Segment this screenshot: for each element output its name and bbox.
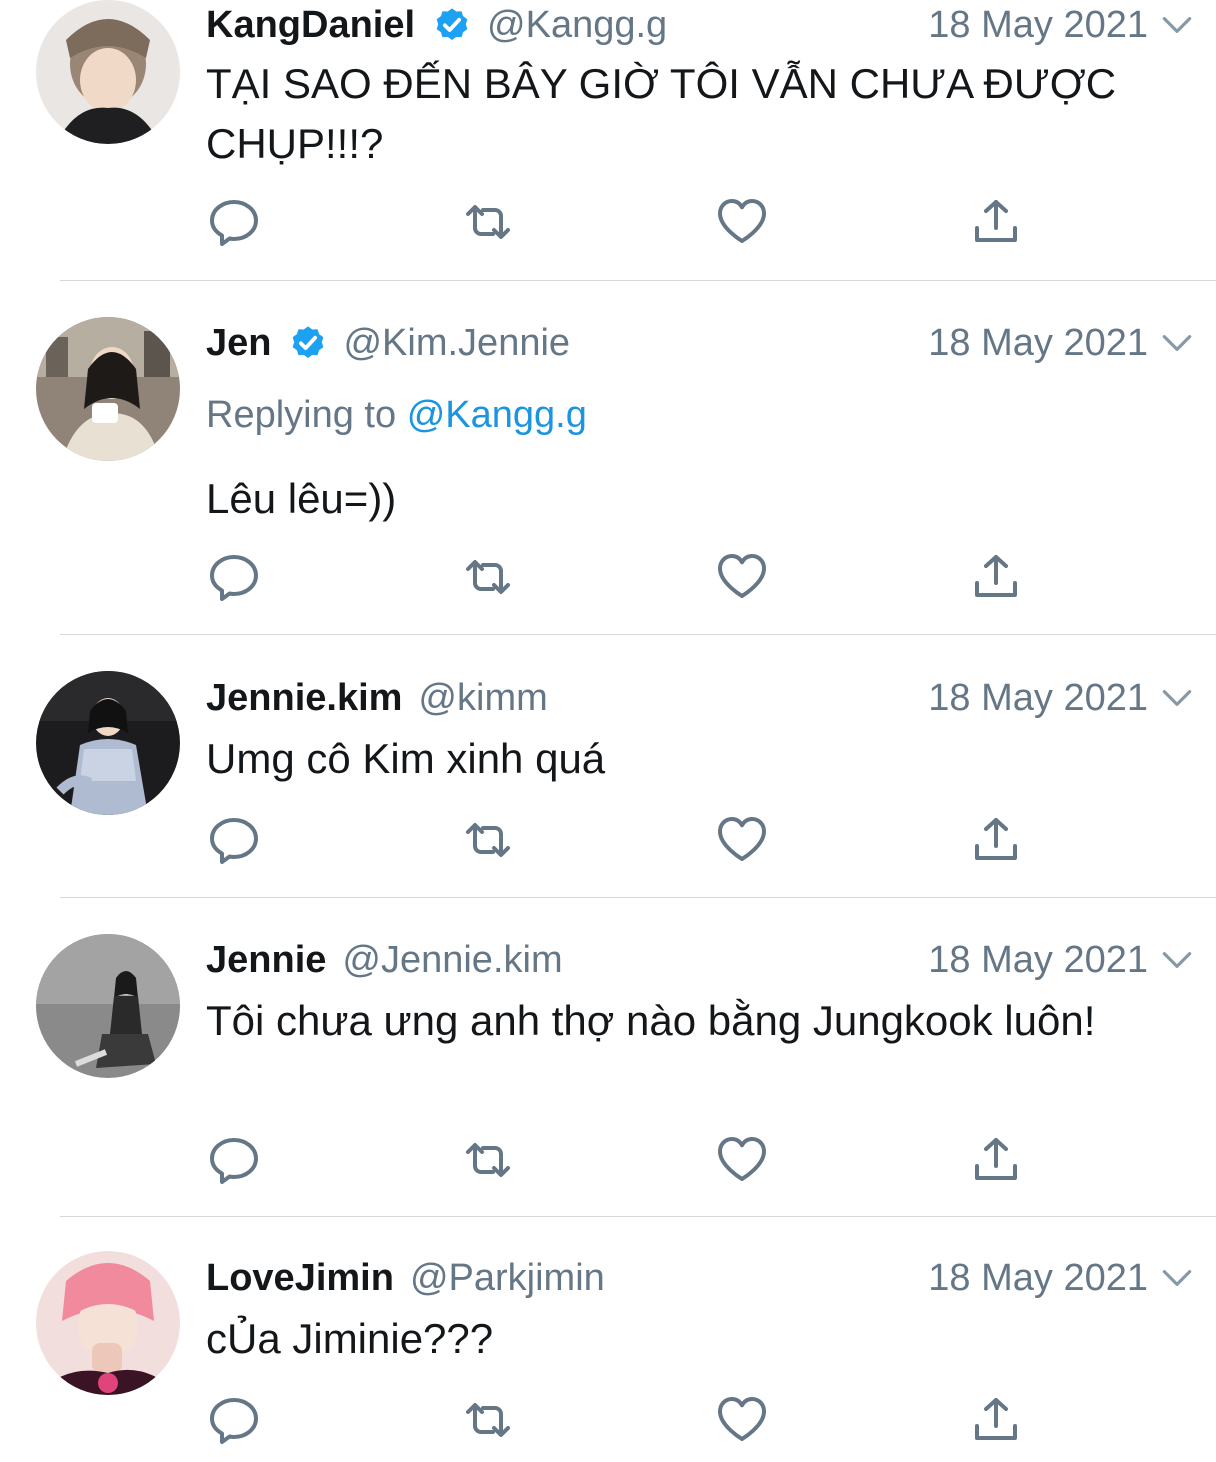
share-button[interactable] xyxy=(968,812,1024,868)
tweet-actions xyxy=(206,1392,1026,1448)
avatar[interactable] xyxy=(36,671,180,815)
user-handle[interactable]: @kimm xyxy=(418,677,547,720)
retweet-button[interactable] xyxy=(460,194,516,250)
tweet-text: Lêu lêu=)) xyxy=(206,475,397,522)
avatar[interactable] xyxy=(36,1251,180,1395)
replying-to-mention[interactable]: @Kangg.g xyxy=(407,394,587,436)
tweet-actions xyxy=(206,549,1026,605)
share-button[interactable] xyxy=(968,1392,1024,1448)
tweet-date[interactable]: 18 May 2021 xyxy=(928,4,1148,47)
tweet-date[interactable]: 18 May 2021 xyxy=(928,939,1148,982)
chevron-down-icon[interactable] xyxy=(1158,324,1196,362)
chevron-down-icon[interactable] xyxy=(1158,6,1196,44)
share-button[interactable] xyxy=(968,549,1024,605)
replying-to-label: Replying to xyxy=(206,394,397,436)
user-handle[interactable]: @Parkjimin xyxy=(410,1257,605,1300)
retweet-icon xyxy=(466,1143,510,1177)
tweet-actions xyxy=(206,194,1026,250)
like-icon xyxy=(718,554,766,598)
retweet-icon xyxy=(466,560,510,594)
share-button[interactable] xyxy=(968,1132,1024,1188)
tweet-text: Umg cô Kim xinh quá xyxy=(206,735,606,782)
tweet-text: Tôi chưa ưng anh thợ nào bằng Jungkook l… xyxy=(206,997,1096,1044)
tweet[interactable]: KangDaniel @Kangg.g 18 May 2021 TẠI SAO … xyxy=(0,0,1216,281)
like-button[interactable] xyxy=(714,194,770,250)
like-icon xyxy=(718,199,766,243)
reply-icon xyxy=(210,555,258,601)
share-icon xyxy=(975,1138,1017,1180)
share-icon xyxy=(975,200,1017,242)
tweet-date[interactable]: 18 May 2021 xyxy=(928,677,1148,720)
tweet-date[interactable]: 18 May 2021 xyxy=(928,1257,1148,1300)
like-button[interactable] xyxy=(714,1132,770,1188)
tweet-actions xyxy=(206,812,1026,868)
reply-icon xyxy=(210,1398,258,1444)
tweet[interactable]: LoveJimin @Parkjimin 18 May 2021 cỦa Jim… xyxy=(0,1217,1216,1462)
reply-icon xyxy=(210,1138,258,1184)
avatar[interactable] xyxy=(36,317,180,461)
share-button[interactable] xyxy=(968,194,1024,250)
user-handle[interactable]: @Kangg.g xyxy=(487,4,667,47)
reply-icon xyxy=(210,200,258,246)
like-button[interactable] xyxy=(714,812,770,868)
tweet-text: cỦa Jiminie??? xyxy=(206,1315,494,1362)
display-name[interactable]: KangDaniel xyxy=(206,4,415,47)
tweet[interactable]: Jennie.kim @kimm 18 May 2021 Umg cô Kim … xyxy=(0,635,1216,898)
display-name[interactable]: Jen xyxy=(206,322,271,365)
avatar[interactable] xyxy=(36,934,180,1078)
share-icon xyxy=(975,1398,1017,1440)
display-name[interactable]: Jennie.kim xyxy=(206,677,402,720)
verified-badge-icon xyxy=(293,326,324,359)
user-handle[interactable]: @Jennie.kim xyxy=(342,939,562,982)
replying-to: Replying to @Kangg.g xyxy=(206,394,587,437)
reply-icon xyxy=(210,818,258,864)
retweet-button[interactable] xyxy=(460,812,516,868)
like-button[interactable] xyxy=(714,549,770,605)
like-icon xyxy=(718,1397,766,1441)
reply-button[interactable] xyxy=(206,194,262,250)
chevron-down-icon[interactable] xyxy=(1158,1259,1196,1297)
chevron-down-icon[interactable] xyxy=(1158,941,1196,979)
reply-button[interactable] xyxy=(206,1392,262,1448)
retweet-button[interactable] xyxy=(460,1132,516,1188)
like-icon xyxy=(718,817,766,861)
like-button[interactable] xyxy=(714,1392,770,1448)
retweet-icon xyxy=(466,205,510,239)
share-icon xyxy=(975,818,1017,860)
user-handle[interactable]: @Kim.Jennie xyxy=(343,322,570,365)
display-name[interactable]: Jennie xyxy=(206,939,326,982)
retweet-button[interactable] xyxy=(460,549,516,605)
tweet-text: TẠI SAO ĐẾN BÂY GIỜ TÔI VẪN CHƯA ĐƯỢC CH… xyxy=(206,60,1117,167)
display-name[interactable]: LoveJimin xyxy=(206,1257,394,1300)
verified-badge-icon xyxy=(436,8,468,41)
share-icon xyxy=(975,555,1017,597)
chevron-down-icon[interactable] xyxy=(1158,679,1196,717)
reply-button[interactable] xyxy=(206,549,262,605)
avatar[interactable] xyxy=(36,0,180,144)
tweet-date[interactable]: 18 May 2021 xyxy=(928,322,1148,365)
tweet[interactable]: Jennie @Jennie.kim 18 May 2021 Tôi chưa … xyxy=(0,898,1216,1217)
tweet[interactable]: Jen @Kim.Jennie 18 May 2021 Replying to … xyxy=(0,281,1216,635)
tweet-actions xyxy=(206,1132,1026,1188)
like-icon xyxy=(718,1137,766,1181)
reply-button[interactable] xyxy=(206,1132,262,1188)
retweet-button[interactable] xyxy=(460,1392,516,1448)
reply-button[interactable] xyxy=(206,812,262,868)
retweet-icon xyxy=(466,1403,510,1437)
retweet-icon xyxy=(466,823,510,857)
